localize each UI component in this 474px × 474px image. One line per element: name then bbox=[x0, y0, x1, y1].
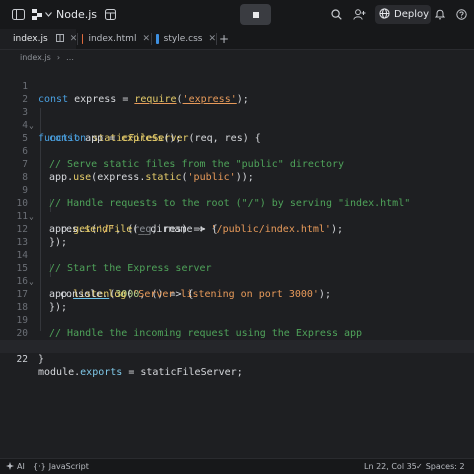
tab-label: index.html bbox=[88, 34, 137, 44]
search-icon[interactable] bbox=[329, 0, 343, 29]
code-line-current[interactable]: 22 module.exports = staticFileServer; bbox=[0, 340, 474, 378]
check-icon: ✓ bbox=[416, 462, 423, 471]
plus-icon: + bbox=[219, 32, 230, 46]
code-braces-icon: {·} bbox=[33, 462, 46, 471]
code-line[interactable]: 14 // Start the Express server bbox=[0, 236, 474, 274]
stop-button[interactable] bbox=[240, 4, 271, 25]
tab-divider bbox=[216, 33, 217, 45]
new-tab-button[interactable]: + bbox=[219, 29, 231, 49]
code-line[interactable]: 5 bbox=[0, 119, 474, 144]
code-editor[interactable]: 1 const express = require('express'); 2 … bbox=[0, 64, 474, 456]
project-name[interactable]: Node.js bbox=[56, 0, 97, 29]
language-mode[interactable]: {·} JavaScript bbox=[33, 459, 89, 474]
add-user-icon[interactable] bbox=[351, 0, 367, 29]
code-line[interactable]: 15 ⌄ app.listen(3000, () => { bbox=[0, 249, 474, 300]
tab-label: index.js bbox=[13, 34, 48, 44]
panel-layout-icon[interactable] bbox=[103, 0, 117, 29]
tab-bar: index.js ✕ index.html ✕ style.css ✕ + bbox=[0, 29, 474, 50]
code-line[interactable]: 7 app.use(express.static('public')); bbox=[0, 145, 474, 183]
token: module bbox=[38, 367, 75, 378]
deploy-globe-icon bbox=[379, 7, 390, 22]
code-line[interactable]: 3 ⌄ function staticFileServer(req, res) … bbox=[0, 93, 474, 144]
split-editor-icon[interactable] bbox=[55, 33, 64, 45]
css-file-icon bbox=[156, 34, 159, 44]
language-label: JavaScript bbox=[48, 462, 89, 471]
bell-icon[interactable] bbox=[433, 0, 447, 29]
code-line[interactable]: 16 console.log('Server listening on port… bbox=[0, 262, 474, 300]
code-line[interactable]: 11 res.sendFile(__dirname + '/public/ind… bbox=[0, 197, 474, 235]
code-line[interactable]: 17 }); bbox=[0, 275, 474, 313]
html-file-icon bbox=[82, 34, 84, 44]
cursor-position[interactable]: Ln 22, Col 35 bbox=[364, 459, 417, 474]
code-line[interactable]: 19 // Handle the incoming request using … bbox=[0, 301, 474, 339]
line-code: } bbox=[38, 354, 45, 365]
code-line[interactable]: 4 const app = express(); bbox=[0, 106, 474, 144]
line-code: module.exports = staticFileServer; bbox=[38, 367, 243, 378]
close-icon[interactable]: ✕ bbox=[142, 34, 150, 44]
tab-style-css[interactable]: style.css ✕ bbox=[156, 29, 216, 49]
close-icon[interactable]: ✕ bbox=[208, 34, 216, 44]
code-line[interactable]: 18 bbox=[0, 288, 474, 313]
tab-divider bbox=[77, 33, 78, 45]
code-line[interactable]: 1 const express = require('express'); bbox=[0, 67, 474, 105]
token: = bbox=[122, 367, 141, 378]
code-line[interactable]: 9 // Handle requests to the root ("/") b… bbox=[0, 171, 474, 209]
help-icon[interactable] bbox=[454, 0, 468, 29]
breadcrumb-more[interactable]: … bbox=[66, 53, 74, 62]
code-line[interactable]: 10 ⌄ app.get('/', (req, res) => { bbox=[0, 184, 474, 235]
breadcrumb-separator-icon: › bbox=[56, 52, 61, 62]
code-line[interactable]: 2 bbox=[0, 80, 474, 105]
tab-index-html[interactable]: index.html ✕ bbox=[82, 29, 150, 49]
status-bar: AI {·} JavaScript Ln 22, Col 35 ✓ Spaces… bbox=[0, 458, 474, 474]
code-line[interactable]: 8 bbox=[0, 158, 474, 183]
ai-label: AI bbox=[17, 462, 25, 471]
chevron-down-icon[interactable] bbox=[44, 0, 52, 29]
ai-sparkle-icon bbox=[6, 461, 14, 472]
stop-icon bbox=[252, 11, 259, 18]
top-bar: Node.js Deploy bbox=[0, 0, 474, 30]
deploy-button[interactable]: Deploy bbox=[375, 5, 431, 24]
indentation[interactable]: ✓ Spaces: 2 bbox=[416, 459, 465, 474]
token: exports bbox=[80, 367, 123, 378]
tab-divider bbox=[151, 33, 152, 45]
code-line[interactable]: 20 app(req, res); bbox=[0, 314, 474, 352]
code-line[interactable]: 12 }); bbox=[0, 210, 474, 248]
line-number: 22 bbox=[16, 354, 28, 365]
spaces-label: Spaces: 2 bbox=[425, 462, 465, 471]
code-line[interactable]: 6 // Serve static files from the "public… bbox=[0, 132, 474, 170]
breadcrumb: index.js › … bbox=[0, 50, 474, 64]
deploy-label: Deploy bbox=[394, 9, 430, 20]
code-line[interactable]: 13 bbox=[0, 223, 474, 248]
token: staticFileServer bbox=[140, 367, 237, 378]
ai-status[interactable]: AI bbox=[6, 459, 25, 474]
breadcrumb-file[interactable]: index.js bbox=[20, 53, 51, 62]
tab-index-js[interactable]: index.js ✕ bbox=[0, 29, 77, 49]
tab-label: style.css bbox=[163, 34, 203, 44]
sidebar-toggle-icon[interactable] bbox=[9, 0, 27, 29]
code-line[interactable]: 21 } bbox=[0, 327, 474, 365]
